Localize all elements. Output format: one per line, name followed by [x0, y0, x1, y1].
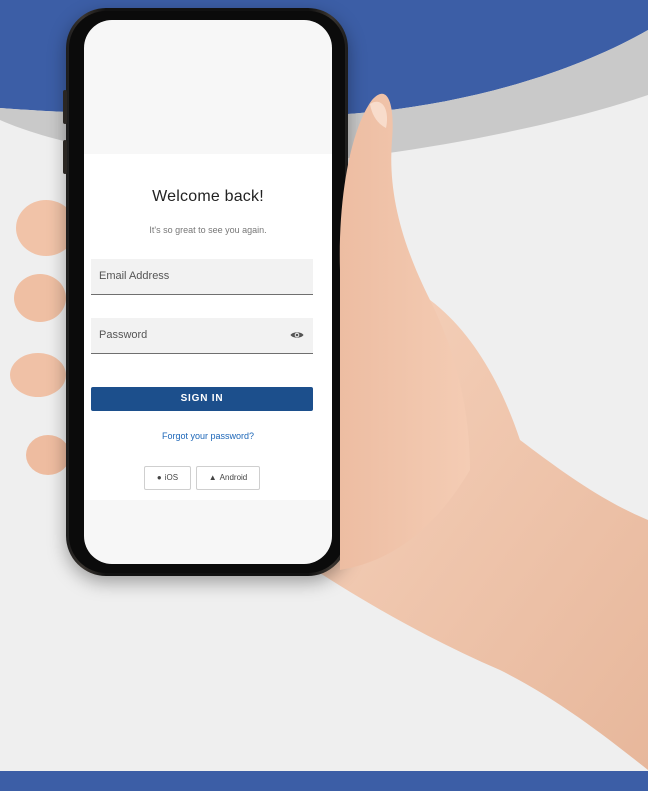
- android-button[interactable]: ▲ Android: [196, 466, 260, 490]
- phone-side-button: [63, 90, 67, 124]
- apple-icon: ●: [156, 473, 162, 482]
- ios-label: iOS: [164, 473, 179, 482]
- page-title: Welcome back!: [152, 188, 264, 205]
- email-field[interactable]: Email Address: [91, 259, 313, 295]
- sign-in-button[interactable]: SIGN IN: [91, 387, 313, 411]
- login-card: Welcome back! It's so great to see you a…: [84, 154, 332, 500]
- page-subtitle: It's so great to see you again.: [149, 225, 267, 235]
- android-label: Android: [219, 473, 248, 482]
- password-placeholder: Password: [99, 329, 148, 341]
- phone-screen: Welcome back! It's so great to see you a…: [84, 20, 332, 564]
- eye-icon[interactable]: [290, 330, 304, 340]
- forgot-password-link[interactable]: Forgot your password?: [84, 431, 332, 441]
- phone-side-button: [63, 140, 67, 174]
- android-icon: ▲: [208, 473, 217, 482]
- ios-button[interactable]: ● iOS: [144, 466, 191, 490]
- password-field[interactable]: Password: [91, 318, 313, 354]
- email-placeholder: Email Address: [99, 270, 170, 282]
